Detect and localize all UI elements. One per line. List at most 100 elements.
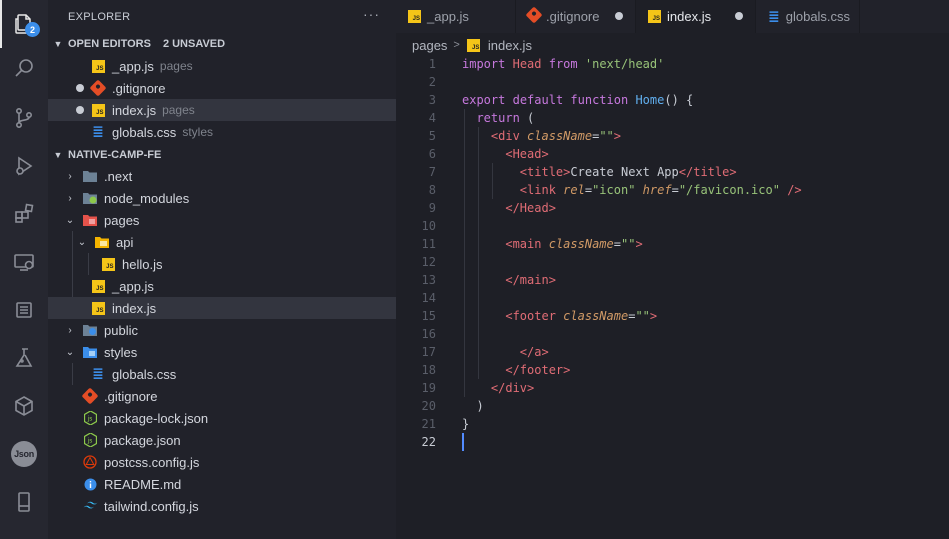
code-line[interactable]: 20 ) bbox=[396, 397, 949, 415]
line-number: 8 bbox=[428, 183, 436, 197]
code-line[interactable]: 12 bbox=[396, 253, 949, 271]
breadcrumb-folder[interactable]: pages bbox=[412, 38, 447, 53]
tree-item-pages[interactable]: ⌄ pages bbox=[48, 209, 396, 231]
testing-icon[interactable] bbox=[0, 334, 48, 382]
unsaved-dot-icon[interactable] bbox=[615, 12, 623, 20]
chevron-right-icon: › bbox=[68, 170, 72, 182]
code-line[interactable]: 4 return ( bbox=[396, 109, 949, 127]
svg-text:js: js bbox=[86, 416, 92, 423]
tree-item-package-lock-json[interactable]: js package-lock.json bbox=[48, 407, 396, 429]
search-icon[interactable] bbox=[0, 44, 48, 92]
tree-item-readme[interactable]: README.md bbox=[48, 473, 396, 495]
activity-bar: 2 Json bbox=[0, 0, 48, 539]
phone-icon[interactable] bbox=[0, 478, 48, 526]
code-line[interactable]: 14 bbox=[396, 289, 949, 307]
tree-item-package-json[interactable]: js package.json bbox=[48, 429, 396, 451]
code-text: <footer className=""> bbox=[505, 309, 658, 323]
code-text: </footer> bbox=[505, 363, 571, 377]
api-folder-icon bbox=[94, 234, 110, 250]
open-editors-header[interactable]: ▼ OPEN EDITORS 2 UNSAVED bbox=[48, 33, 396, 55]
code-line[interactable]: 10 bbox=[396, 217, 949, 235]
code-text: } bbox=[462, 417, 470, 431]
line-number: 22 bbox=[421, 435, 436, 449]
postcss-icon bbox=[82, 454, 98, 470]
code-editor[interactable]: 1 import Head from 'next/head' 2 3 export de… bbox=[396, 55, 949, 539]
tree-item-hello-js[interactable]: JS hello.js bbox=[48, 253, 396, 275]
code-line[interactable]: 1 import Head from 'next/head' bbox=[396, 55, 949, 73]
line-number: 20 bbox=[421, 399, 436, 413]
styles-folder-icon bbox=[82, 344, 98, 360]
tree-item-api[interactable]: ⌄ api bbox=[48, 231, 396, 253]
js-file-icon: JS bbox=[90, 102, 106, 118]
extensions-icon[interactable] bbox=[0, 190, 48, 238]
open-editor-item[interactable]: JS index.js pages bbox=[48, 99, 396, 121]
tab-globals-css[interactable]: ≣ globals.css bbox=[756, 0, 860, 33]
node-file-icon: js bbox=[82, 432, 98, 448]
tree-item-postcss-config[interactable]: postcss.config.js bbox=[48, 451, 396, 473]
code-line[interactable]: 16 bbox=[396, 325, 949, 343]
js-file-icon: JS bbox=[648, 10, 661, 23]
line-number: 10 bbox=[421, 219, 436, 233]
line-number: 17 bbox=[421, 345, 436, 359]
unsaved-dot-icon[interactable] bbox=[735, 12, 743, 20]
code-line[interactable]: 19 </div> bbox=[396, 379, 949, 397]
open-editor-item[interactable]: JS _app.js pages bbox=[48, 55, 396, 77]
tree-item-styles[interactable]: ⌄ styles bbox=[48, 341, 396, 363]
text-cursor bbox=[462, 433, 464, 451]
code-line[interactable]: 15 <footer className=""> bbox=[396, 307, 949, 325]
run-debug-icon[interactable] bbox=[0, 142, 48, 190]
css-file-icon: ≣ bbox=[92, 124, 104, 140]
tree-item-index-js[interactable]: JS index.js bbox=[48, 297, 396, 319]
tree-item-gitignore[interactable]: .gitignore bbox=[48, 385, 396, 407]
explorer-icon[interactable]: 2 bbox=[0, 0, 48, 48]
code-line[interactable]: 13 </main> bbox=[396, 271, 949, 289]
line-number: 13 bbox=[421, 273, 436, 287]
code-line[interactable]: 11 <main className=""> bbox=[396, 235, 949, 253]
code-line[interactable]: 8 <link rel="icon" href="/favicon.ico" /… bbox=[396, 181, 949, 199]
json-icon[interactable]: Json bbox=[0, 430, 48, 478]
tree-item-globals-css[interactable]: ≣ globals.css bbox=[48, 363, 396, 385]
more-actions-button[interactable]: ··· bbox=[363, 6, 380, 22]
cube-icon[interactable] bbox=[0, 382, 48, 430]
code-line[interactable]: 9 </Head> bbox=[396, 199, 949, 217]
js-file-icon: JS bbox=[100, 256, 116, 272]
code-text: </Head> bbox=[505, 201, 556, 215]
code-line[interactable]: 21} bbox=[396, 415, 949, 433]
code-text: <main className=""> bbox=[505, 237, 643, 251]
info-icon bbox=[82, 476, 98, 492]
line-number: 1 bbox=[428, 57, 436, 71]
tree-item-node-modules[interactable]: › node_modules bbox=[48, 187, 396, 209]
open-editor-item[interactable]: .gitignore bbox=[48, 77, 396, 99]
tree-item-next[interactable]: › .next bbox=[48, 165, 396, 187]
notes-icon[interactable] bbox=[0, 286, 48, 334]
remote-explorer-icon[interactable] bbox=[0, 238, 48, 286]
code-text: </a> bbox=[519, 345, 549, 359]
tab-index-js[interactable]: JS index.js bbox=[636, 0, 756, 33]
js-file-icon: JS bbox=[90, 300, 106, 316]
git-icon bbox=[89, 79, 107, 97]
code-line[interactable]: 7 <title>Create Next App</title> bbox=[396, 163, 949, 181]
code-line[interactable]: 6 <Head> bbox=[396, 145, 949, 163]
js-file-icon: JS bbox=[408, 10, 421, 23]
code-line[interactable]: 22 bbox=[396, 433, 949, 451]
breadcrumb: pages > JS index.js bbox=[412, 34, 532, 56]
code-line[interactable]: 2 bbox=[396, 73, 949, 91]
source-control-icon[interactable] bbox=[0, 94, 48, 142]
tree-item-app-js[interactable]: JS _app.js bbox=[48, 275, 396, 297]
node-file-icon: js bbox=[82, 410, 98, 426]
tab-gitignore[interactable]: .gitignore bbox=[516, 0, 636, 33]
open-editor-item[interactable]: ≣ globals.css styles bbox=[48, 121, 396, 143]
breadcrumb-file[interactable]: index.js bbox=[488, 38, 532, 53]
breadcrumb-separator: > bbox=[453, 39, 460, 51]
line-number: 18 bbox=[421, 363, 436, 377]
code-line[interactable]: 18 </footer> bbox=[396, 361, 949, 379]
tab-app-js[interactable]: JS _app.js bbox=[396, 0, 516, 33]
code-line[interactable]: 5 <div className=""> bbox=[396, 127, 949, 145]
tree-item-tailwind-config[interactable]: tailwind.config.js bbox=[48, 495, 396, 517]
line-number: 9 bbox=[428, 201, 436, 215]
tree-item-public[interactable]: › public bbox=[48, 319, 396, 341]
code-line[interactable]: 17 </a> bbox=[396, 343, 949, 361]
project-header[interactable]: ▼ NATIVE-CAMP-FE bbox=[48, 144, 396, 166]
line-number: 14 bbox=[421, 291, 436, 305]
code-line[interactable]: 3 export default function Home() { bbox=[396, 91, 949, 109]
